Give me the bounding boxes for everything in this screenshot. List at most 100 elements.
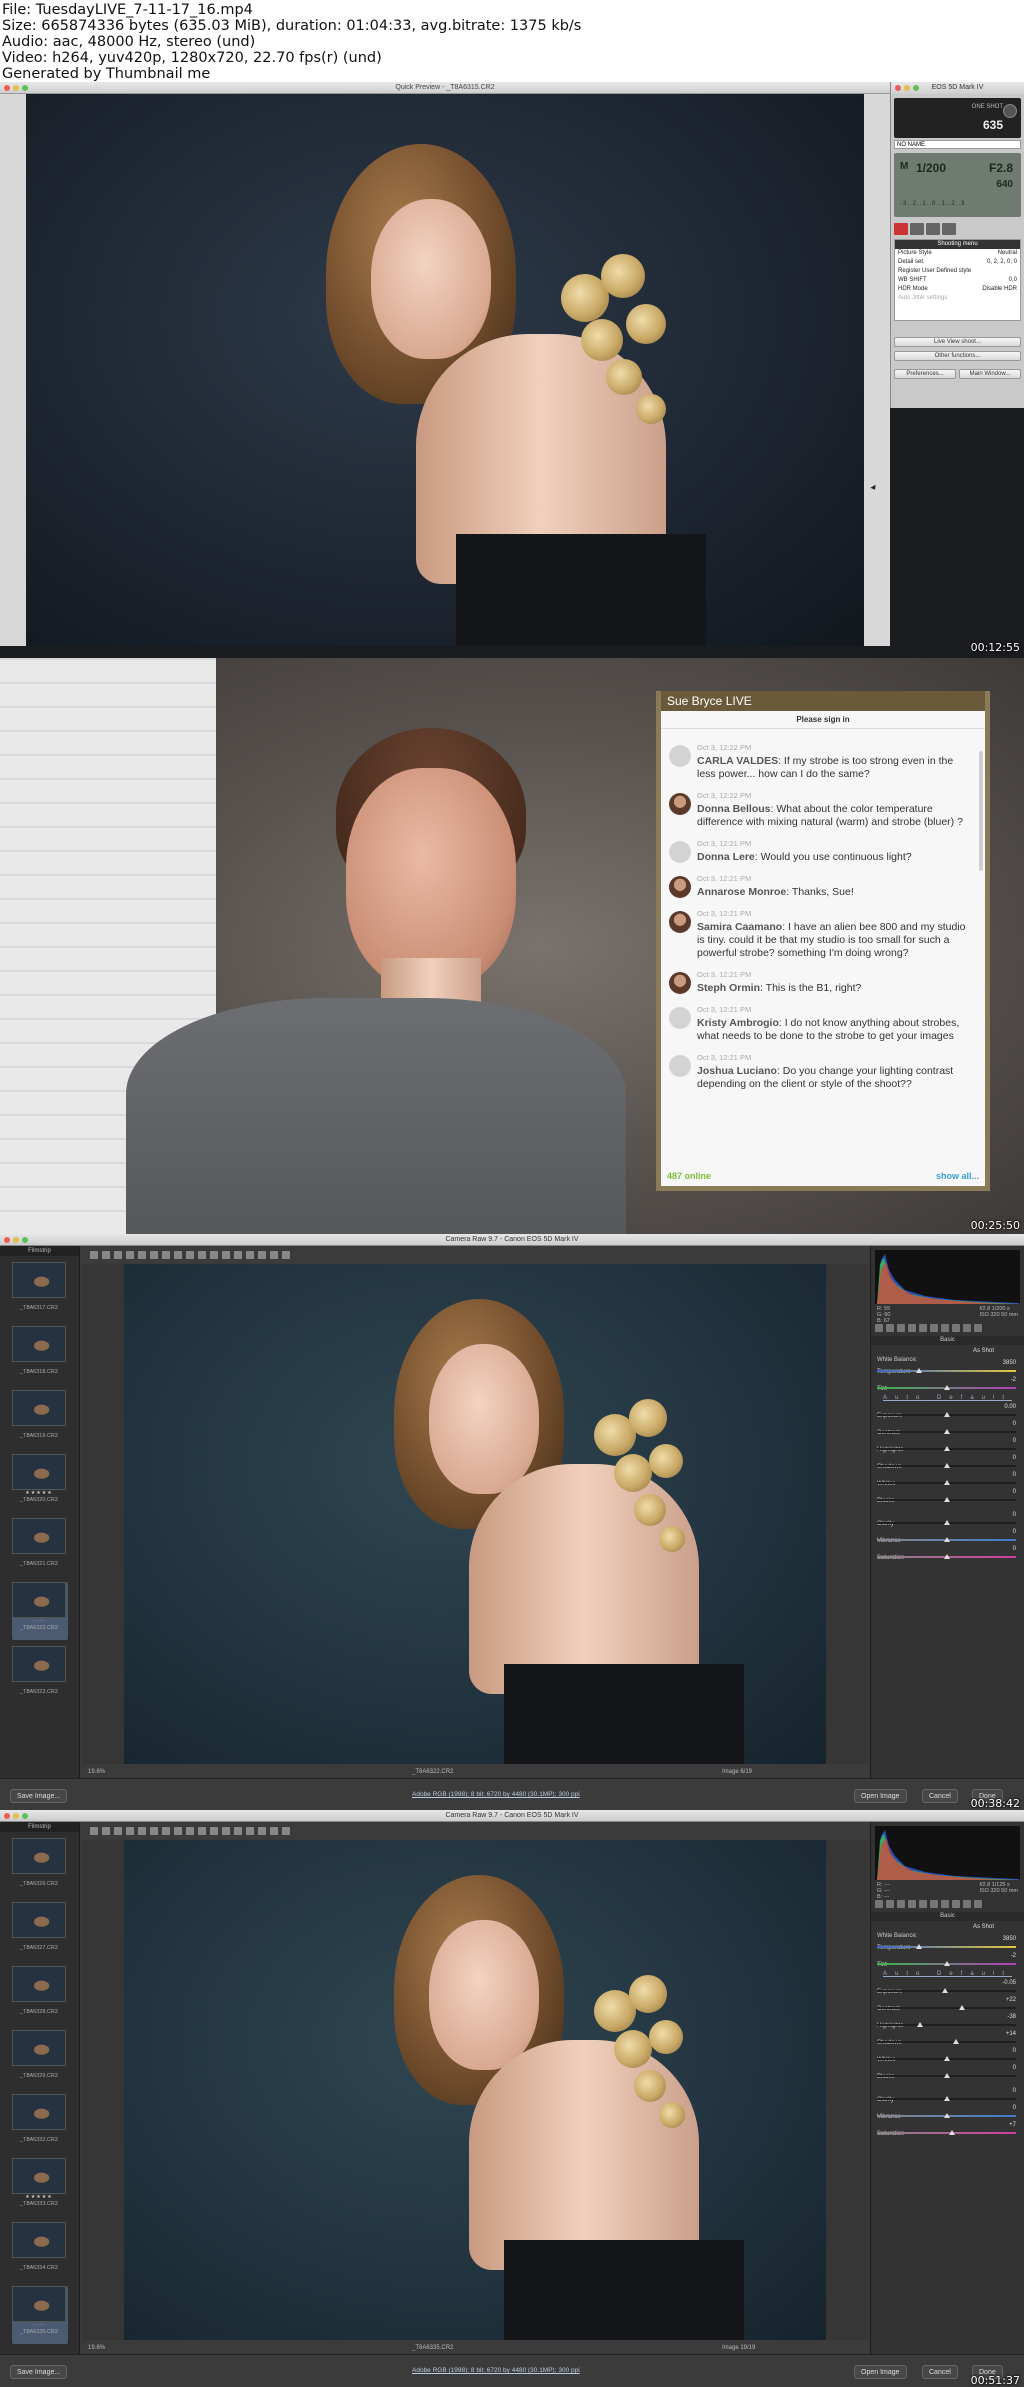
red-eye-tool-icon[interactable] — [198, 1827, 206, 1835]
open-image-button[interactable]: Open Image — [854, 1789, 907, 1803]
preferences-icon[interactable] — [246, 1251, 254, 1259]
snapshots-tab-icon[interactable] — [974, 1324, 982, 1332]
filmstrip-thumb[interactable]: _T8A6329.CR2 — [12, 2030, 68, 2088]
slider-whites[interactable]: Whites 0 — [871, 2047, 1024, 2064]
slider-thumb[interactable] — [917, 2022, 924, 2027]
thumb-rating[interactable] — [12, 2066, 66, 2073]
image-canvas[interactable] — [82, 1840, 868, 2340]
slider-thumb[interactable] — [943, 1554, 950, 1559]
slider-value[interactable]: +7 — [1009, 2122, 1016, 2128]
other-functions-button[interactable]: Other functions... — [894, 351, 1021, 361]
snapshots-tab-icon[interactable] — [974, 1900, 982, 1908]
message-author[interactable]: Kristy Ambrogio — [697, 1017, 779, 1029]
slider-vibrance[interactable]: Vibrance 0 — [871, 1528, 1024, 1545]
slider-track[interactable] — [877, 2041, 1016, 2043]
slider-value[interactable]: -2 — [1011, 1953, 1016, 1959]
remote-tab-icon[interactable] — [910, 223, 924, 235]
lens-tab-icon[interactable] — [930, 1900, 938, 1908]
calibration-tab-icon[interactable] — [952, 1324, 960, 1332]
targeted-adjustment-tool-icon[interactable] — [138, 1251, 146, 1259]
slider-tint[interactable]: Tint -2 — [871, 1376, 1024, 1393]
eos-zoom-button[interactable] — [913, 85, 919, 91]
white-balance-row[interactable]: White Balance: As Shot — [871, 1923, 1024, 1939]
rotate-left-icon[interactable] — [258, 1251, 266, 1259]
main-window-button[interactable]: Main Window... — [959, 369, 1021, 379]
thumb-rating[interactable] — [12, 1362, 66, 1369]
sign-in-link[interactable]: Please sign in — [661, 711, 985, 729]
slider-thumb[interactable] — [942, 1988, 949, 1993]
workflow-options-link[interactable]: Adobe RGB (1998); 8 bit; 6720 by 4480 (3… — [412, 2367, 580, 2374]
filmstrip-thumb[interactable]: ★★★★★ _T8A6333.CR2 — [12, 2158, 68, 2216]
cancel-button[interactable]: Cancel — [922, 2365, 958, 2379]
filmstrip-thumb[interactable]: ····· _T8A6335.CR2 — [12, 2286, 68, 2344]
slider-track[interactable] — [877, 1370, 1016, 1372]
slider-whites[interactable]: Whites 0 — [871, 1471, 1024, 1488]
slider-thumb[interactable] — [943, 1446, 950, 1451]
graduated-filter-icon[interactable] — [222, 1251, 230, 1259]
open-image-button[interactable]: Open Image — [854, 2365, 907, 2379]
message-author[interactable]: Annarose Monroe — [697, 886, 786, 898]
transform-tool-icon[interactable] — [174, 1827, 182, 1835]
slider-value[interactable]: 3850 — [1003, 1360, 1016, 1366]
thumb-rating[interactable]: ★★★★★ — [12, 2194, 66, 2201]
white-balance-select[interactable]: As Shot — [973, 1348, 994, 1354]
filmstrip-thumb[interactable]: _T8A6334.CR2 — [12, 2222, 68, 2280]
slider-thumb[interactable] — [943, 2113, 950, 2118]
slider-thumb[interactable] — [943, 1480, 950, 1485]
slider-value[interactable]: 0 — [1013, 1421, 1016, 1427]
effects-tab-icon[interactable] — [941, 1900, 949, 1908]
white-balance-select[interactable]: As Shot — [973, 1924, 994, 1930]
slider-blacks[interactable]: Blacks 0 — [871, 2064, 1024, 2081]
spot-removal-tool-icon[interactable] — [186, 1251, 194, 1259]
minimize-window-button[interactable] — [13, 1813, 19, 1819]
eos-shutter-speed[interactable]: 1/200 — [916, 161, 946, 175]
cancel-button[interactable]: Cancel — [922, 1789, 958, 1803]
transform-tool-icon[interactable] — [174, 1251, 182, 1259]
slider-saturation[interactable]: Saturation +7 — [871, 2121, 1024, 2138]
menu-row[interactable]: Register User Defined style — [895, 267, 1020, 276]
thumb-rating[interactable] — [12, 1938, 66, 1945]
zoom-level[interactable]: 19.8% — [88, 2345, 105, 2351]
slider-thumb[interactable] — [943, 1463, 950, 1468]
hand-tool-icon[interactable] — [102, 1251, 110, 1259]
slider-blacks[interactable]: Blacks 0 — [871, 1488, 1024, 1505]
straighten-tool-icon[interactable] — [162, 1827, 170, 1835]
slider-thumb[interactable] — [943, 1429, 950, 1434]
filmstrip-thumb[interactable]: _T8A6327.CR2 — [12, 1902, 68, 1960]
eos-aperture[interactable]: F2.8 — [989, 161, 1013, 175]
hsl-tab-icon[interactable] — [908, 1900, 916, 1908]
workflow-options-link[interactable]: Adobe RGB (1998); 8 bit; 6720 by 4480 (3… — [412, 1791, 580, 1798]
zoom-window-button[interactable] — [22, 1813, 28, 1819]
slider-track[interactable] — [877, 2024, 1016, 2026]
message-author[interactable]: Steph Ormin — [697, 982, 760, 994]
zoom-tool-icon[interactable] — [90, 1251, 98, 1259]
slider-track[interactable] — [877, 1946, 1016, 1948]
zoom-tool-icon[interactable] — [90, 1827, 98, 1835]
slider-value[interactable]: 0 — [1013, 1529, 1016, 1535]
radial-filter-icon[interactable] — [234, 1251, 242, 1259]
graduated-filter-icon[interactable] — [222, 1827, 230, 1835]
thumb-rating[interactable] — [12, 1426, 66, 1433]
chat-message-list[interactable]: Oct 3, 12:22 PM CARLA VALDES: If my strob… — [661, 731, 979, 1161]
image-canvas[interactable] — [82, 1264, 868, 1764]
auto-link[interactable]: Auto — [883, 1395, 927, 1401]
slider-thumb[interactable] — [949, 2130, 956, 2135]
default-link[interactable]: Default — [937, 1395, 1012, 1401]
show-all-link[interactable]: show all... — [936, 1166, 979, 1186]
slider-temperature[interactable]: Temperature 3850 — [871, 1935, 1024, 1952]
slider-thumb[interactable] — [943, 2073, 950, 2078]
white-balance-tool-icon[interactable] — [114, 1251, 122, 1259]
slider-vibrance[interactable]: Vibrance 0 — [871, 2104, 1024, 2121]
preferences-icon[interactable] — [246, 1827, 254, 1835]
slider-exposure[interactable]: Exposure -0.05 — [871, 1979, 1024, 1996]
slider-value[interactable]: 0.00 — [1004, 1404, 1016, 1410]
color-sampler-tool-icon[interactable] — [126, 1827, 134, 1835]
filmstrip-thumb[interactable]: _T8A6328.CR2 — [12, 1966, 68, 2024]
slider-thumb[interactable] — [943, 1537, 950, 1542]
close-window-button[interactable] — [4, 85, 10, 91]
slider-value[interactable]: 0 — [1013, 1438, 1016, 1444]
crop-tool-icon[interactable] — [150, 1251, 158, 1259]
menu-row[interactable]: Picture Style Neutral — [895, 249, 1020, 258]
filmstrip-thumb[interactable]: ★★★★★ _T8A6320.CR2 — [12, 1454, 68, 1512]
rotate-right-icon[interactable] — [270, 1251, 278, 1259]
